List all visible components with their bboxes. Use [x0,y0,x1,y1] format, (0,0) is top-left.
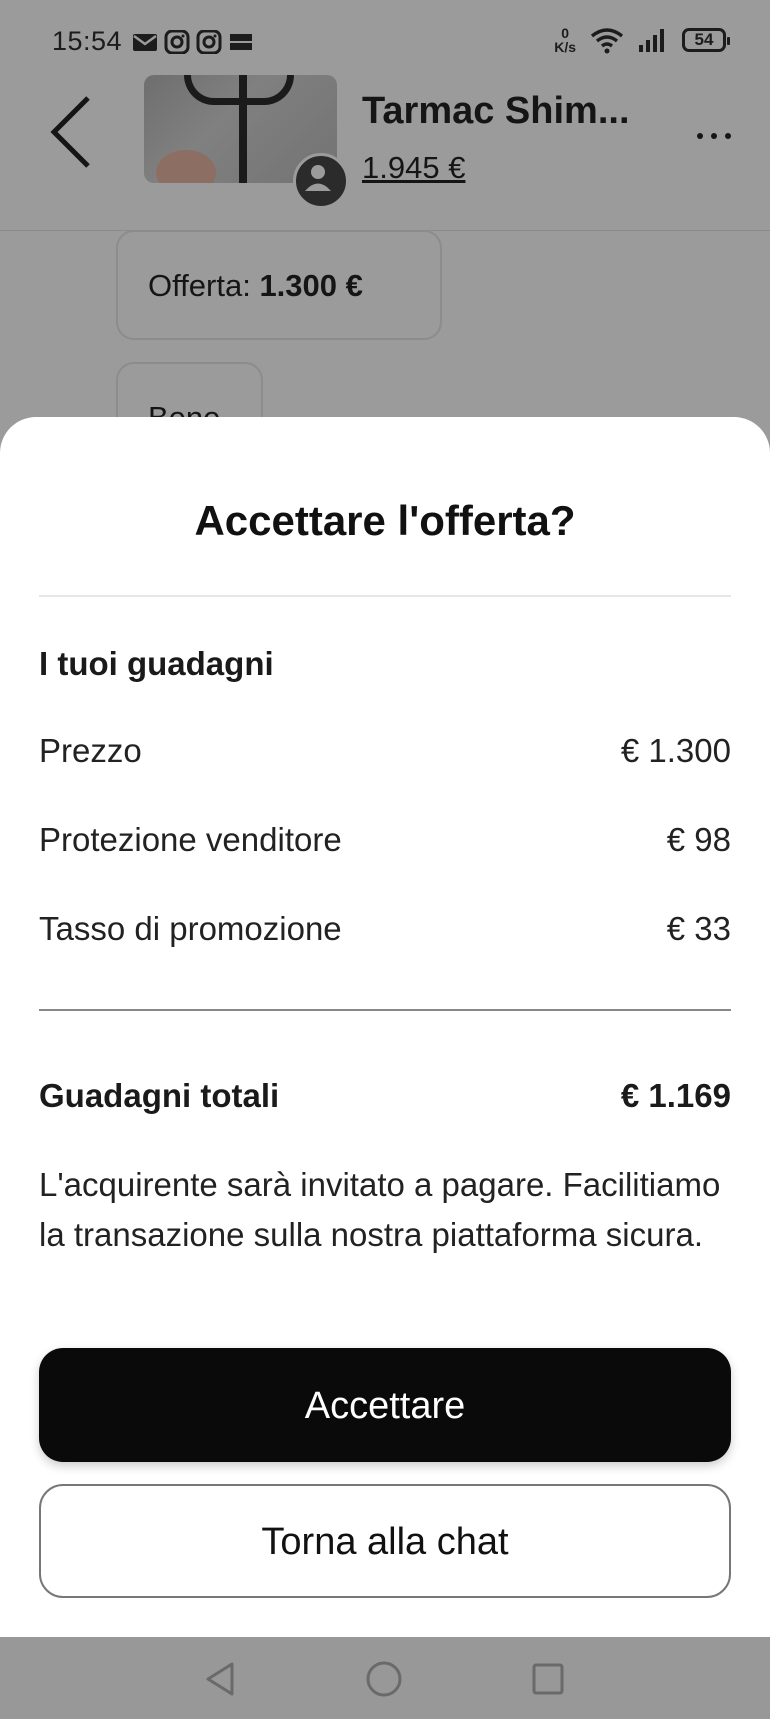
status-time: 15:54 [52,26,123,56]
status-bar: 15:54 0 K/s 54 [0,0,770,70]
notification-icons [132,30,254,54]
temu-icon [230,34,252,50]
chat-header: Tarmac Shim... 1.945 € [0,70,770,231]
row-value: € 98 [666,821,731,858]
sheet-title: Accettare l'offerta? [194,497,576,544]
total-label: Guadagni totali [39,1077,280,1114]
listing-price[interactable]: 1.945 € [362,150,465,186]
row-label: Prezzo [39,732,142,769]
signal-icon [639,29,664,52]
divider [39,595,731,597]
back-to-chat-button[interactable]: Torna alla chat [39,1484,731,1598]
bike-stem-shape [239,75,247,183]
network-speed-unit: K/s [554,39,576,55]
mail-icon [133,34,157,51]
status-right: 0 K/s 54 [554,26,730,54]
user-icon [305,165,331,191]
recents-square-icon[interactable] [528,1659,568,1699]
row-label: Protezione venditore [39,821,342,858]
row-label: Tasso di promozione [39,910,342,947]
home-circle-icon[interactable] [364,1659,404,1699]
battery-indicator: 54 [682,28,730,52]
finger-shape [156,150,216,183]
offer-message-bubble: Offerta: 1.300 € [116,230,442,340]
accept-offer-sheet: Accettare l'offerta? I tuoi guadagni Pre… [0,417,770,1637]
offer-label: Offerta: [148,268,251,303]
back-triangle-icon[interactable] [200,1659,240,1699]
row-value: € 33 [666,910,731,947]
divider [39,1009,731,1011]
instagram-icon [164,30,190,54]
offer-amount: 1.300 € [259,268,363,303]
total-value: € 1.169 [620,1077,731,1114]
instagram-icon [196,30,222,54]
accept-button[interactable]: Accettare [39,1348,731,1462]
ellipsis-icon[interactable] [694,130,734,142]
avatar[interactable] [293,153,349,209]
row-value: € 1.300 [620,732,731,769]
earnings-section-title: I tuoi guadagni [39,645,274,682]
network-speed-value: 0 [561,25,569,41]
wifi-icon [590,28,624,54]
system-nav-bar [0,1637,770,1719]
chevron-left-icon[interactable] [46,92,96,172]
payment-disclaimer: L'acquirente sarà invitato a pagare. Fac… [39,1166,721,1253]
listing-title[interactable]: Tarmac Shim... [362,90,630,133]
network-speed: 0 K/s [554,26,576,54]
